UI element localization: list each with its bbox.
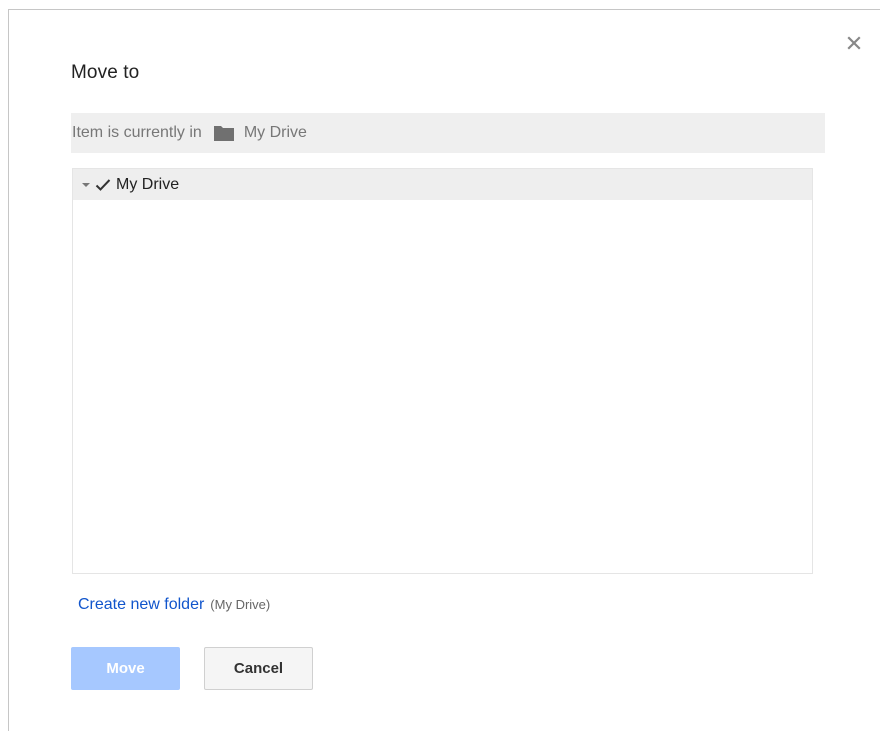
tree-item-label: My Drive (116, 175, 180, 193)
current-location-folder: My Drive (243, 124, 307, 141)
create-folder-row: Create new folder (My Drive) (78, 596, 270, 614)
current-location-bar: Item is currently in My Drive (71, 113, 825, 153)
create-new-folder-link[interactable]: Create new folder (78, 596, 204, 614)
dialog-title: Move to (71, 62, 140, 83)
cancel-button[interactable]: Cancel (204, 647, 313, 690)
tree-item-my-drive[interactable]: My Drive (73, 169, 812, 200)
triangle-down-icon[interactable] (81, 180, 91, 190)
page: Move to Item is currently in My Drive My… (0, 0, 880, 731)
close-icon[interactable] (844, 33, 864, 53)
move-button[interactable]: Move (71, 647, 180, 690)
current-location-prefix: Item is currently in (72, 124, 202, 141)
folder-icon (213, 125, 234, 141)
create-folder-hint: (My Drive) (210, 597, 271, 612)
checkmark-icon (95, 178, 111, 192)
folder-tree: My Drive (72, 168, 813, 574)
